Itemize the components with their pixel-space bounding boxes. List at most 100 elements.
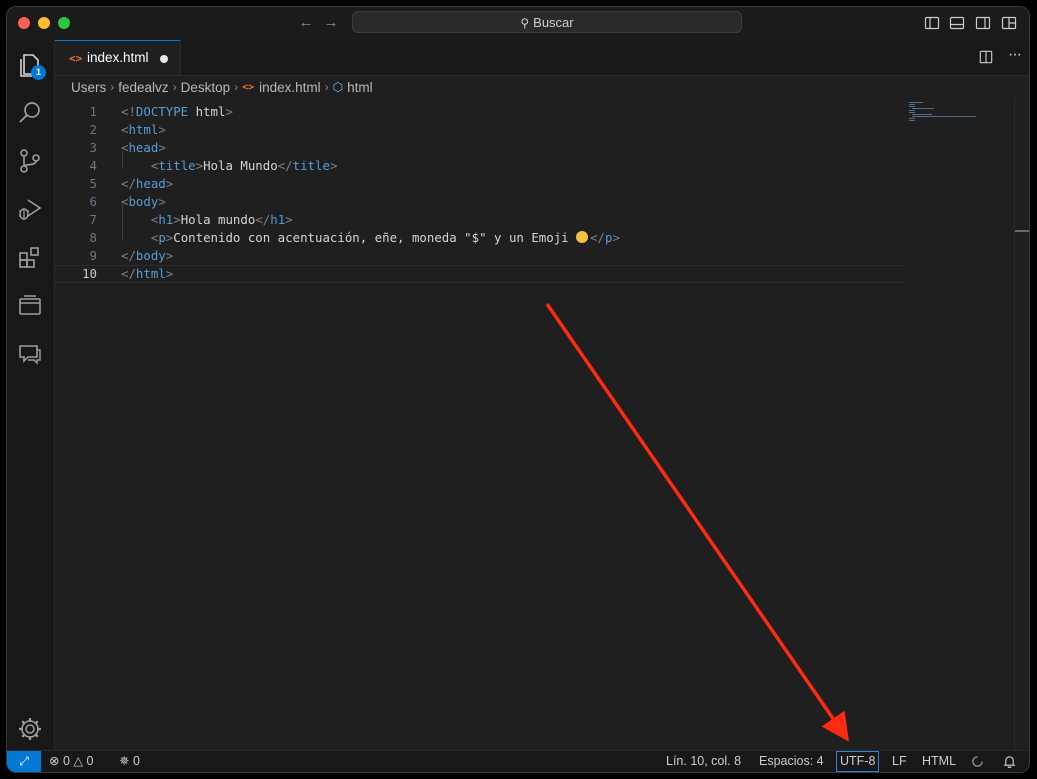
search-icon: ⚲ [520, 16, 530, 30]
breadcrumb-index-html[interactable]: index.html [259, 80, 321, 95]
search-icon[interactable] [16, 99, 44, 127]
code-line[interactable]: 9 </body> [55, 247, 905, 265]
line-number: 4 [89, 158, 97, 173]
toggle-secondary-sidebar-icon[interactable] [975, 15, 991, 31]
code-text: <p>Contenido con acentuación, eñe, moned… [121, 229, 620, 247]
chat-icon[interactable] [16, 340, 44, 368]
explorer-badge: 1 [31, 65, 46, 80]
line-number: 5 [89, 176, 97, 191]
smiley-emoji-icon [576, 231, 589, 243]
toggle-panel-icon[interactable] [949, 15, 965, 31]
run-debug-icon[interactable] [16, 195, 44, 223]
customize-layout-icon[interactable] [1001, 15, 1017, 31]
code-token: body [135, 248, 166, 263]
line-number: 1 [89, 104, 97, 119]
code-text: <h1>Hola mundo</h1> [121, 211, 293, 229]
warning-count: 0 [86, 754, 94, 768]
code-token: h1 [270, 212, 286, 227]
extensions-icon[interactable] [16, 243, 44, 271]
code-line[interactable]: 7 <h1>Hola mundo</h1> [55, 211, 905, 229]
more-actions-icon[interactable]: ··· [1008, 46, 1022, 64]
code-token: > [195, 158, 204, 173]
code-text: <!DOCTYPE html> [121, 103, 233, 121]
code-line[interactable]: 5 </head> [55, 175, 905, 193]
remote-explorer-icon[interactable] [16, 291, 44, 319]
code-text: </head> [121, 175, 173, 193]
code-token: > [612, 230, 620, 245]
remote-indicator-icon[interactable]: ⤢ [7, 751, 41, 772]
vscode-window: ← → ⚲ Buscar 1 <> index.html ··· Users ›… [6, 6, 1030, 773]
problems-indicator[interactable]: ⊗ 0 △ 0 [49, 751, 93, 772]
code-line[interactable]: 2 <html> [55, 121, 905, 139]
command-center-search[interactable]: ⚲ Buscar [352, 11, 742, 33]
line-number: 6 [89, 194, 97, 209]
gear-icon[interactable] [16, 715, 44, 743]
breadcrumb-fedealvz[interactable]: fedealvz [118, 80, 168, 95]
error-icon: ⊗ [49, 754, 60, 768]
bell-icon[interactable] [1003, 755, 1016, 768]
cursor-position[interactable]: Lín. 10, col. 8 [666, 751, 741, 772]
tab-index-html[interactable]: <> index.html [55, 40, 181, 75]
minimize-window-button[interactable] [38, 17, 50, 29]
code-token: Hola mundo [180, 212, 256, 227]
source-control-icon[interactable] [16, 147, 44, 175]
arrow-right-icon[interactable]: → [320, 12, 342, 34]
code-text: <body> [121, 193, 166, 211]
code-line[interactable]: 3 <head> [55, 139, 905, 157]
zoom-window-button[interactable] [58, 17, 70, 29]
code-text: <head> [121, 139, 166, 157]
code-line[interactable]: 1 <!DOCTYPE html> [55, 103, 905, 121]
encoding-selector[interactable]: UTF-8 [836, 751, 880, 772]
split-editor-icon[interactable] [979, 50, 993, 64]
activity-bar: 1 [7, 40, 55, 750]
scrollbar-cursor-marker [1015, 230, 1029, 232]
code-line[interactable]: 8 <p>Contenido con acentuación, eñe, mon… [55, 229, 905, 247]
code-token: html [135, 266, 166, 281]
tab-bar: <> index.html ··· [55, 40, 1029, 76]
chevron-right-icon: › [324, 80, 329, 95]
chevron-right-icon: › [234, 80, 239, 95]
code-editor[interactable]: 1 <!DOCTYPE html> 2 <html> 3 <head> 4 <title>H… [55, 97, 1029, 750]
code-token: Hola Mundo [203, 158, 278, 173]
code-token: > [165, 266, 174, 281]
loading-spinner-icon [972, 756, 983, 767]
code-token: > [285, 212, 293, 227]
code-token: > [225, 104, 233, 119]
title-bar: ← → ⚲ Buscar [7, 7, 1029, 41]
line-number: 2 [89, 122, 97, 137]
code-token: </ [277, 158, 293, 173]
code-token: head [135, 176, 166, 191]
chevron-right-icon: › [172, 80, 177, 95]
toggle-primary-sidebar-icon[interactable] [924, 15, 940, 31]
line-number: 8 [89, 230, 97, 245]
code-token: head [128, 140, 159, 155]
close-window-button[interactable] [18, 17, 30, 29]
broadcast-icon: ✵ [119, 754, 130, 768]
breadcrumb-users[interactable]: Users [71, 80, 106, 95]
code-text: <title>Hola Mundo</title> [121, 157, 338, 175]
symbol-element-icon: ⬡ [332, 80, 344, 95]
breadcrumb-desktop[interactable]: Desktop [181, 80, 231, 95]
warning-icon: △ [73, 754, 84, 768]
code-token: p [158, 230, 166, 245]
code-line[interactable]: 6 <body> [55, 193, 905, 211]
eol-selector[interactable]: LF [892, 751, 907, 772]
unsaved-dot-icon[interactable] [160, 55, 168, 63]
minimap[interactable] [909, 102, 979, 132]
ports-indicator[interactable]: ✵ 0 [119, 751, 140, 772]
code-token: Contenido con acentuación, eñe, moneda "… [173, 230, 577, 245]
breadcrumb-html-element[interactable]: html [347, 80, 373, 95]
code-line[interactable]: 4 <title>Hola Mundo</title> [55, 157, 905, 175]
vertical-scrollbar[interactable] [1014, 97, 1029, 750]
code-token: DOCTYPE [135, 104, 189, 119]
code-token: html [128, 122, 159, 137]
line-number: 7 [89, 212, 97, 227]
language-mode-selector[interactable]: HTML [922, 751, 956, 772]
indentation-setting[interactable]: Espacios: 4 [759, 751, 824, 772]
html-file-icon: <> [242, 81, 255, 93]
arrow-left-icon[interactable]: ← [295, 12, 317, 34]
code-line[interactable]: 10 </html> [55, 265, 905, 283]
